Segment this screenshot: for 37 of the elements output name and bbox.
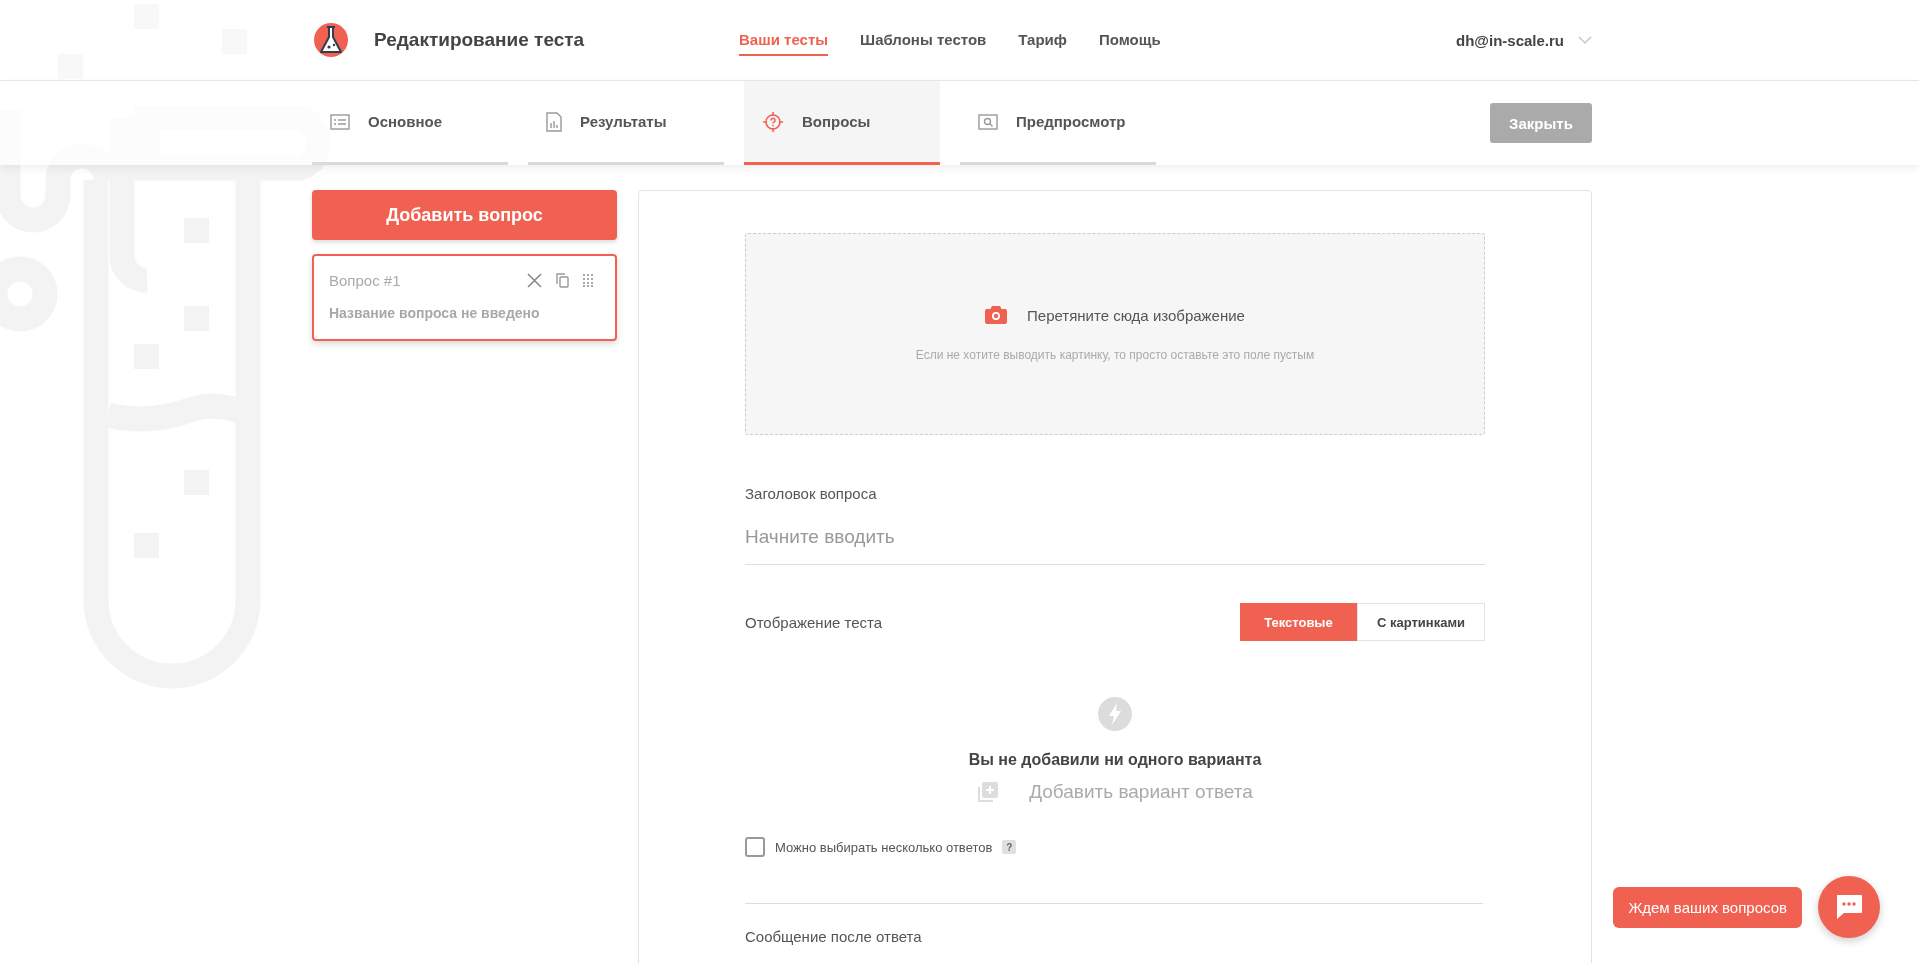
drag-handle-icon[interactable] xyxy=(583,274,594,287)
dropzone-hint: Если не хотите выводить картинку, то просто оставьте это поле пустым xyxy=(915,348,1315,362)
flask-logo-icon[interactable] xyxy=(312,21,350,59)
camera-icon xyxy=(985,306,1007,324)
chat-bubble-icon xyxy=(1834,893,1864,921)
copy-icon[interactable] xyxy=(556,273,569,288)
user-email[interactable]: dh@in-scale.ru xyxy=(1456,31,1564,49)
page-title: Редактирование теста xyxy=(374,29,585,51)
search-icon xyxy=(978,113,998,130)
field-label: Сообщение после ответа xyxy=(745,928,923,945)
checkbox-label: Можно выбирать несколько ответов xyxy=(775,839,993,855)
dropzone-title: Перетяните сюда изображение xyxy=(1027,306,1245,324)
tab[interactable]: Вопросы xyxy=(744,81,940,165)
tab[interactable]: Результаты xyxy=(528,81,724,165)
chat-button[interactable] xyxy=(1818,876,1880,938)
list-icon xyxy=(330,113,350,130)
nav-link[interactable]: Шаблоны тестов xyxy=(860,24,987,56)
chevron-down-icon[interactable] xyxy=(1578,36,1592,44)
image-dropzone[interactable]: Перетяните сюда изображение Если не хотите выводить картинку, то просто оставьте это поле пустым xyxy=(745,233,1485,435)
question-title-field[interactable]: Начните вводить xyxy=(745,522,1485,565)
lightning-icon xyxy=(1098,697,1132,731)
chart-file-icon xyxy=(546,111,562,132)
target-icon xyxy=(762,110,784,133)
field-label: Заголовок вопроса xyxy=(745,485,878,502)
empty-state-title: Вы не добавили ни одного варианта xyxy=(968,751,1262,769)
tab[interactable]: Основное xyxy=(312,81,508,165)
question-number: Вопрос #1 xyxy=(329,272,401,289)
nav-link[interactable]: Помощь xyxy=(1098,24,1161,56)
close-icon[interactable] xyxy=(527,273,542,288)
field-label: Отображение теста xyxy=(745,613,883,631)
add-icon xyxy=(977,781,1000,803)
question-name: Название вопроса не введено xyxy=(329,305,541,321)
help-badge[interactable]: ? xyxy=(1002,840,1017,854)
tab[interactable]: Предпросмотр xyxy=(960,81,1156,165)
nav-link[interactable]: Тариф xyxy=(1018,24,1067,56)
checkbox[interactable] xyxy=(745,837,765,857)
display-option[interactable]: С картинками xyxy=(1356,603,1485,641)
